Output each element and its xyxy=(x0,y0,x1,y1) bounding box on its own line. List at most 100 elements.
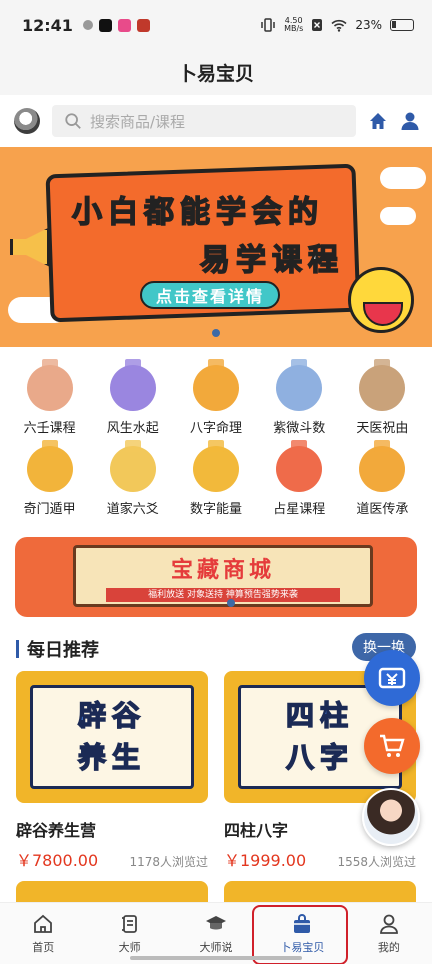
category-label: 道医传承 xyxy=(356,502,409,517)
bottom-tab-bar: 首页 大师 大师说 卜易宝贝 我的 xyxy=(0,902,432,964)
tab-label: 大师说 xyxy=(199,940,233,954)
tab-home[interactable]: 首页 xyxy=(0,903,86,964)
star-badge-icon xyxy=(359,440,406,492)
tab-master[interactable]: 大师 xyxy=(86,903,172,964)
medal-icon xyxy=(359,359,406,411)
wifi-icon xyxy=(331,19,347,32)
section-accent-bar xyxy=(16,640,19,658)
category-item[interactable]: 道家六爻 xyxy=(91,440,174,517)
trophy-icon xyxy=(192,440,239,492)
category-item[interactable]: 道医传承 xyxy=(341,440,424,517)
page-title-bar: 卜易宝贝 xyxy=(0,50,432,95)
notification-icon xyxy=(82,20,93,30)
product-meta: ￥7800.00 1178人浏览过 xyxy=(16,847,208,871)
category-label: 天医祝由 xyxy=(356,421,409,436)
cloud-decoration xyxy=(380,207,416,225)
category-item[interactable]: 紫微斗数 xyxy=(258,359,341,436)
category-item[interactable]: 奇门遁甲 xyxy=(8,440,91,517)
search-placeholder: 搜索商品/课程 xyxy=(90,112,186,131)
product-art-panel: 辟谷 养生 xyxy=(30,685,194,789)
banner-headline: 小白都能学会的 xyxy=(71,194,324,231)
app-notification-icon xyxy=(117,18,131,32)
product-name: 辟谷养生营 xyxy=(16,821,97,840)
battery-percent: 23% xyxy=(355,18,382,32)
product-art-line: 四柱 xyxy=(285,698,354,733)
battery-icon xyxy=(390,19,414,31)
net-speed: 4.50 MB/s xyxy=(284,17,303,33)
product-image: 辟谷 养生 xyxy=(16,671,208,803)
carousel-indicator xyxy=(227,599,235,607)
medal-icon xyxy=(109,359,156,411)
shopping-bag-icon xyxy=(294,913,311,933)
tab-master-talk[interactable]: 大师说 xyxy=(173,903,259,964)
category-grid: 六壬课程 风生水起 八字命理 紫微斗数 天医祝由 奇门遁甲 道家六爻 数字能量 … xyxy=(0,347,432,517)
yuan-ticket-icon xyxy=(378,667,406,689)
home-indicator xyxy=(130,956,302,960)
medal-icon xyxy=(276,359,323,411)
user-icon[interactable] xyxy=(400,111,420,131)
category-label: 道家六爻 xyxy=(106,502,159,517)
category-label: 六壬课程 xyxy=(23,421,76,436)
home-icon[interactable] xyxy=(368,111,388,131)
status-right: 4.50 MB/s 23% xyxy=(260,17,414,33)
product-views: 1558人浏览过 xyxy=(337,855,416,869)
cart-button[interactable] xyxy=(364,718,420,774)
crown-badge-icon xyxy=(26,440,73,492)
product-price: ￥1999.00 xyxy=(224,851,307,870)
category-item[interactable]: 数字能量 xyxy=(174,440,257,517)
search-input[interactable]: 搜索商品/课程 xyxy=(52,105,356,137)
store-banner[interactable]: 宝藏商城 福利放送 对象送持 神算预告强势来袭 xyxy=(15,537,417,617)
category-label: 数字能量 xyxy=(189,502,242,517)
page-title: 卜易宝贝 xyxy=(177,63,254,85)
status-time: 12:41 xyxy=(22,15,73,35)
status-left: 12:41 xyxy=(22,16,150,35)
status-bar: 12:41 4.50 MB/s 23% xyxy=(0,0,432,50)
category-label: 紫微斗数 xyxy=(273,421,326,436)
medal-icon xyxy=(26,359,73,411)
product-meta: ￥1999.00 1558人浏览过 xyxy=(224,847,416,871)
no-sim-icon xyxy=(312,19,323,31)
category-item[interactable]: 八字命理 xyxy=(174,359,257,436)
diamond-medal-icon xyxy=(192,359,239,411)
tab-mine[interactable]: 我的 xyxy=(346,903,432,964)
category-label: 风生水起 xyxy=(106,421,159,436)
customer-service-avatar[interactable] xyxy=(362,788,420,846)
tab-label: 大师 xyxy=(118,940,141,954)
shopping-cart-icon xyxy=(380,734,405,757)
vip-badge-icon xyxy=(109,440,156,492)
tab-label: 首页 xyxy=(32,940,55,954)
tiktok-icon xyxy=(98,18,112,32)
banner-subheadline: 易学课程 xyxy=(199,242,344,279)
banner-detail-button[interactable]: 点击查看详情 xyxy=(140,281,280,309)
category-item[interactable]: 占星课程 xyxy=(258,440,341,517)
product-art-line: 养生 xyxy=(77,740,146,775)
cloud-decoration xyxy=(380,167,426,189)
store-board: 宝藏商城 福利放送 对象送持 神算预告强势来袭 xyxy=(73,545,373,607)
scroll-icon xyxy=(121,914,137,933)
promo-banner[interactable]: 小白都能学会的 易学课程 点击查看详情 xyxy=(0,147,432,347)
coupon-button[interactable] xyxy=(364,650,420,706)
recommend-header: 每日推荐 换一换 xyxy=(0,631,432,667)
category-item[interactable]: 天医祝由 xyxy=(341,359,424,436)
home-icon xyxy=(34,914,53,933)
logo-avatar[interactable] xyxy=(14,108,40,134)
carousel-indicator xyxy=(212,329,220,337)
product-grid: 辟谷 养生 辟谷养生营 ￥7800.00 1178人浏览过 四柱 八字 四柱八字… xyxy=(0,667,432,917)
laughing-face-icon xyxy=(348,267,414,333)
net-speed-unit: MB/s xyxy=(284,24,304,33)
graduation-cap-icon xyxy=(206,915,227,929)
user-icon xyxy=(379,914,398,934)
megaphone-icon xyxy=(10,227,50,267)
product-price: ￥7800.00 xyxy=(16,851,99,870)
category-label: 八字命理 xyxy=(189,421,242,436)
tab-shop[interactable]: 卜易宝贝 xyxy=(259,903,345,964)
category-item[interactable]: 风生水起 xyxy=(91,359,174,436)
category-label: 占星课程 xyxy=(273,502,326,517)
section-title: 每日推荐 xyxy=(27,640,99,661)
category-item[interactable]: 六壬课程 xyxy=(8,359,91,436)
game-notification-icon xyxy=(136,18,150,32)
search-icon xyxy=(65,113,81,129)
tab-label: 卜易宝贝 xyxy=(280,940,325,954)
store-title: 宝藏商城 xyxy=(170,558,275,583)
product-card[interactable]: 辟谷 养生 辟谷养生营 ￥7800.00 1178人浏览过 xyxy=(16,671,208,917)
